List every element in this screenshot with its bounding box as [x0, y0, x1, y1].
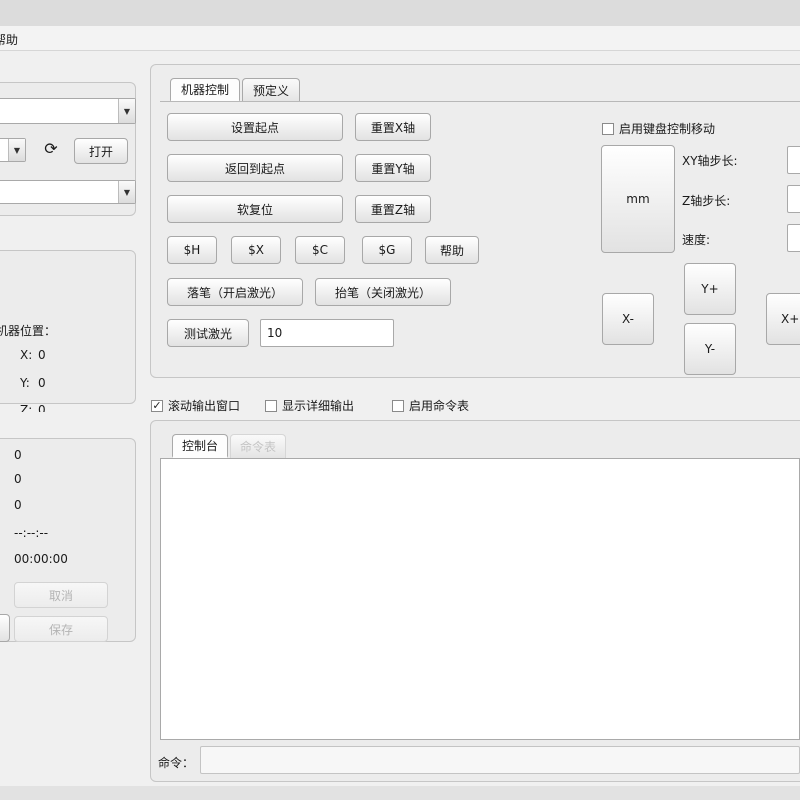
refresh-icon: ⟳ — [44, 138, 58, 158]
cmd-g-button[interactable]: $G — [362, 236, 412, 264]
z-step-label: Z轴步长: — [682, 194, 731, 208]
verbose-output-label: 显示详细输出 — [282, 399, 355, 413]
tab-console[interactable]: 控制台 — [172, 434, 228, 458]
jog-x-minus-button[interactable]: X- — [602, 293, 654, 345]
refresh-button[interactable]: ⟳ — [38, 136, 64, 160]
jog-x-plus-button[interactable]: X+ — [766, 293, 800, 345]
pen-up-button[interactable]: 抬笔（关闭激光） — [315, 278, 451, 306]
xy-step-label: XY轴步长: — [682, 154, 738, 168]
command-table-checkbox[interactable]: 启用命令表 — [392, 397, 469, 414]
window-top-band — [0, 0, 800, 26]
status-strip — [0, 786, 800, 800]
tab-machine-control[interactable]: 机器控制 — [170, 78, 240, 102]
soft-reset-button[interactable]: 软复位 — [167, 195, 343, 223]
chevron-down-icon: ▼ — [118, 181, 135, 203]
y-position-value: 0 — [38, 376, 46, 390]
z-position-value: 0 — [38, 403, 46, 412]
checkbox-box — [392, 399, 404, 412]
reset-z-button[interactable]: 重置Z轴 — [355, 195, 431, 223]
scroll-output-label: 滚动输出窗口 — [168, 399, 241, 413]
keyboard-move-checkbox[interactable]: 启用键盘控制移动 — [602, 120, 715, 137]
y-position-label: Y: — [20, 376, 30, 390]
console-output[interactable] — [160, 458, 800, 740]
pen-down-button[interactable]: 落笔（开启激光） — [167, 278, 303, 306]
return-origin-button[interactable]: 返回到起点 — [167, 154, 343, 182]
unit-mm-button[interactable]: mm — [601, 145, 675, 253]
port-combo[interactable]: ▼ — [0, 98, 136, 124]
x-position-label: X: — [20, 348, 33, 362]
cmd-c-button[interactable]: $C — [295, 236, 345, 264]
jog-y-minus-button[interactable]: Y- — [684, 323, 736, 375]
menu-bar: 帮助 — [0, 26, 800, 51]
cancel-button[interactable]: 取消 — [14, 582, 108, 608]
chevron-down-icon: ▼ — [118, 99, 135, 123]
speed-input[interactable] — [787, 224, 800, 252]
left-edge-button[interactable] — [0, 614, 10, 642]
command-table-label: 启用命令表 — [409, 399, 470, 413]
reset-y-button[interactable]: 重置Y轴 — [355, 154, 431, 182]
open-button[interactable]: 打开 — [74, 138, 128, 164]
z-position-label: Z: — [20, 403, 33, 412]
reset-x-button[interactable]: 重置X轴 — [355, 113, 431, 141]
cmd-h-button[interactable]: $H — [167, 236, 217, 264]
stat-value: 0 — [14, 448, 22, 462]
tab-command-table[interactable]: 命令表 — [230, 434, 286, 458]
baud-combo[interactable]: ▼ — [0, 138, 26, 162]
verbose-output-checkbox[interactable]: 显示详细输出 — [265, 397, 354, 414]
save-button[interactable]: 保存 — [14, 616, 108, 642]
menu-help[interactable]: 帮助 — [0, 31, 18, 48]
keyboard-move-label: 启用键盘控制移动 — [619, 122, 716, 136]
stat-value: 0 — [14, 472, 22, 486]
speed-label: 速度: — [682, 233, 711, 247]
checkbox-box: ✓ — [151, 399, 163, 412]
chevron-down-icon: ▼ — [8, 139, 25, 161]
machine-position-label: 机器位置： — [0, 324, 57, 338]
help-button[interactable]: 帮助 — [425, 236, 479, 264]
stat-value: --:--:-- — [14, 526, 49, 540]
x-position-value: 0 — [38, 348, 46, 362]
jog-y-plus-button[interactable]: Y+ — [684, 263, 736, 315]
command-label: 命令： — [158, 756, 195, 770]
tab-presets[interactable]: 预定义 — [242, 78, 300, 102]
command-input[interactable] — [200, 746, 800, 774]
z-step-input[interactable] — [787, 185, 800, 213]
progress-group — [0, 438, 136, 642]
xy-step-input[interactable] — [787, 146, 800, 174]
checkbox-box — [265, 399, 277, 412]
tab-divider — [160, 101, 800, 102]
set-origin-button[interactable]: 设置起点 — [167, 113, 343, 141]
stat-value: 0 — [14, 498, 22, 512]
cmd-x-button[interactable]: $X — [231, 236, 281, 264]
scroll-output-checkbox[interactable]: ✓ 滚动输出窗口 — [151, 397, 240, 414]
stat-value: 00:00:00 — [14, 552, 68, 566]
checkbox-box — [602, 122, 614, 135]
file-combo[interactable]: ▼ — [0, 180, 136, 204]
laser-power-input[interactable]: 10 — [260, 319, 394, 347]
test-laser-button[interactable]: 测试激光 — [167, 319, 249, 347]
